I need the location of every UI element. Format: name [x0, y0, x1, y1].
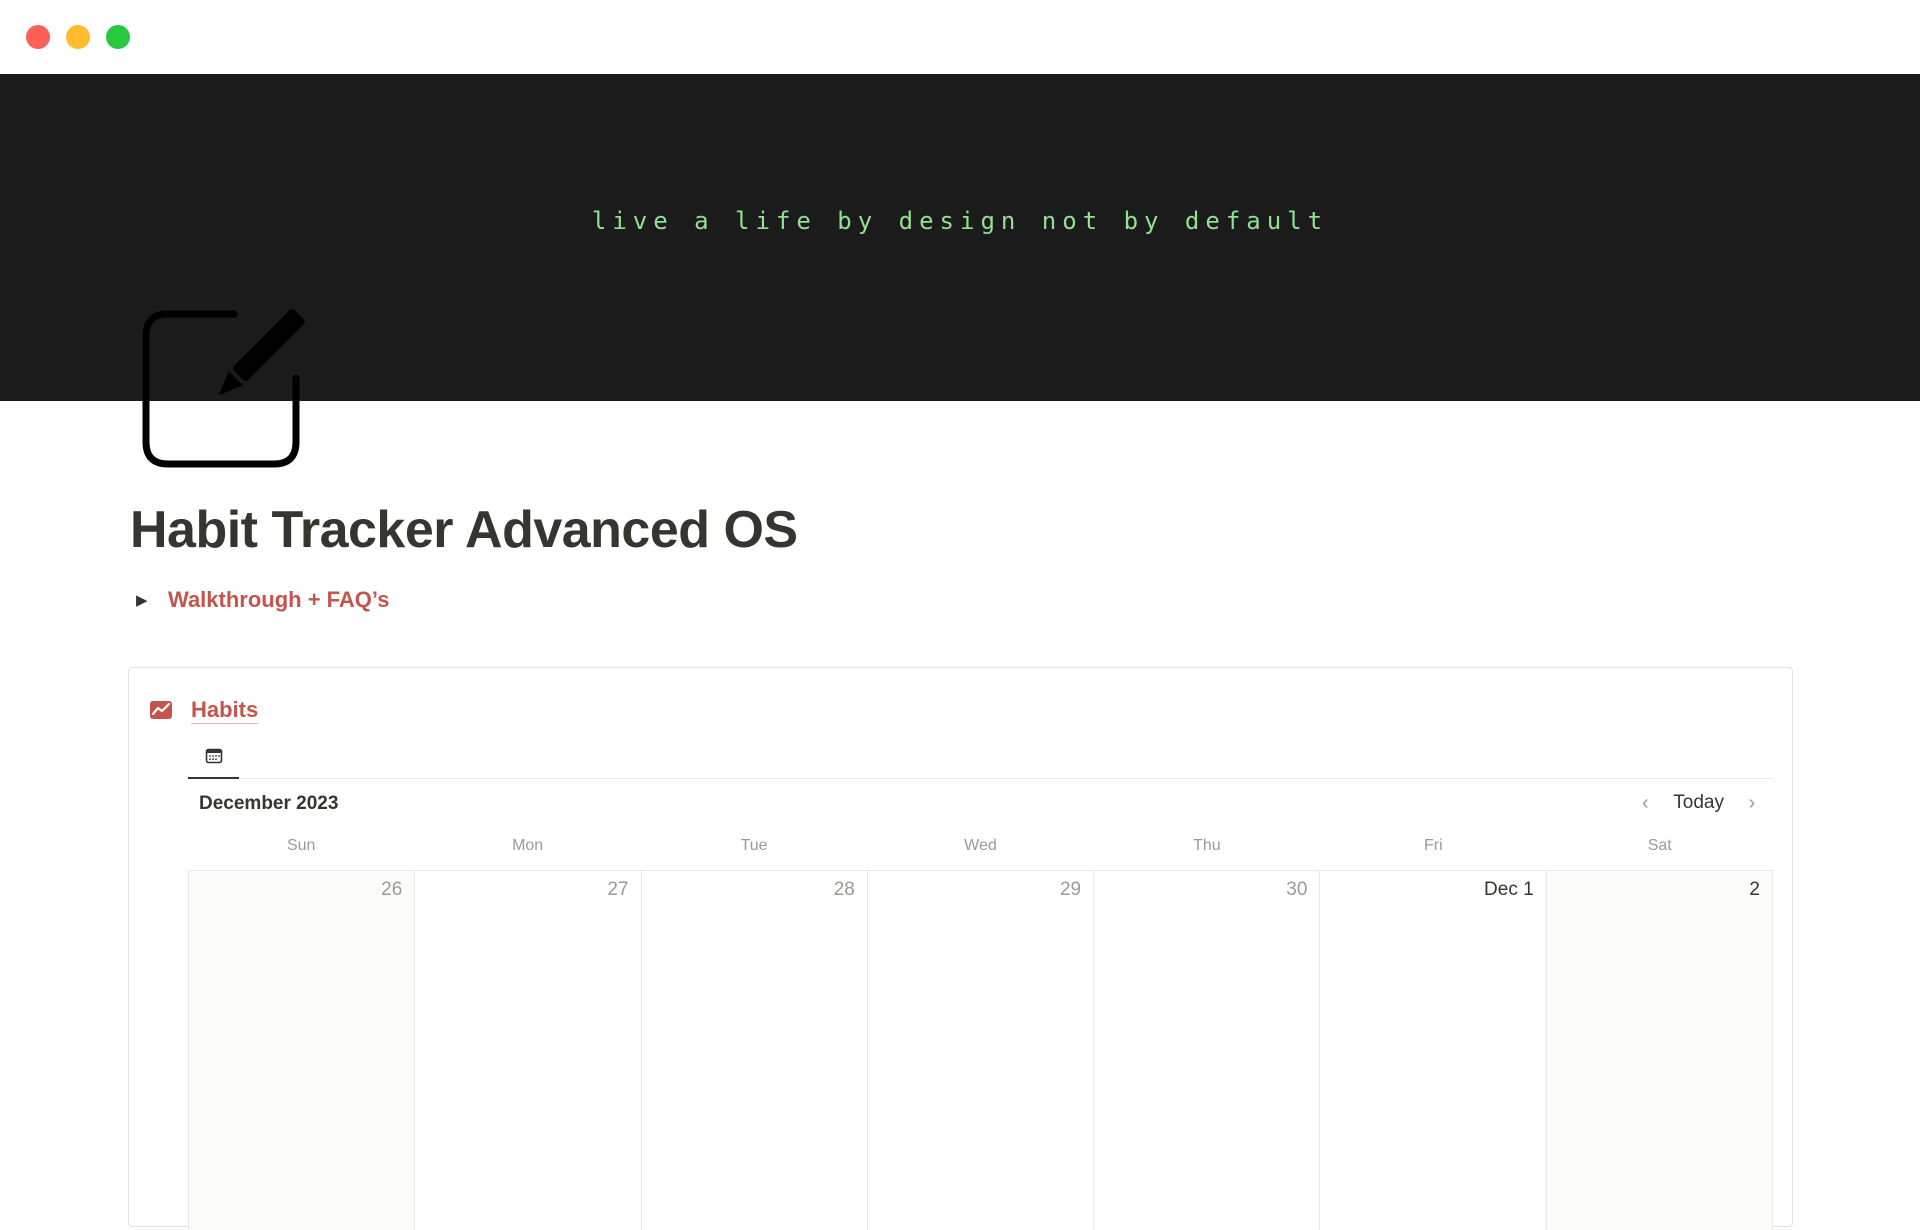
calendar-navigation: ‹ Today › — [1633, 788, 1764, 818]
weekday-label: Thu — [1193, 837, 1221, 854]
minimize-window-button[interactable] — [66, 25, 90, 49]
today-button[interactable]: Today — [1669, 792, 1728, 814]
calendar-icon — [205, 748, 222, 763]
habits-database: Habits December 2023 ‹ Today › Sun Mon T… — [128, 667, 1793, 1230]
chevron-left-icon[interactable]: ‹ — [1633, 792, 1657, 815]
zoom-window-button[interactable] — [106, 25, 130, 49]
view-tabs — [188, 734, 1773, 779]
chart-line-icon — [150, 701, 172, 719]
close-window-button[interactable] — [26, 25, 50, 49]
weekday-label: Sun — [286, 837, 316, 854]
day-number: 29 — [1059, 879, 1082, 900]
day-number: Dec 1 — [1484, 879, 1534, 900]
calendar-day-cell[interactable]: 30 — [1094, 871, 1321, 1230]
calendar-day-cell[interactable]: Dec 1 — [1320, 871, 1547, 1230]
weekday-label: Wed — [964, 837, 997, 854]
weekday-label: Tue — [740, 837, 768, 854]
day-number: 2 — [1749, 879, 1760, 900]
toggle-label: Walkthrough + FAQ’s — [168, 587, 390, 612]
edit-square-icon[interactable] — [140, 302, 312, 474]
calendar-day-cell[interactable]: 28 — [641, 871, 868, 1230]
cover-quote: live a life by design not by default — [591, 207, 1329, 235]
weekday-label: Sat — [1647, 837, 1672, 854]
day-number: 28 — [833, 879, 855, 900]
calendar-day-cell[interactable]: 26 — [189, 871, 416, 1230]
window-titlebar — [0, 0, 1920, 74]
calendar-day-cell[interactable]: 29 — [867, 871, 1095, 1230]
calendar-day-cell[interactable]: 2 — [1546, 871, 1773, 1230]
calendar-grid: 26 27 28 29 30 Dec 1 2 — [188, 870, 1773, 1230]
chevron-right-icon[interactable]: › — [1740, 792, 1764, 815]
triangle-right-icon[interactable]: ▶ — [136, 591, 168, 609]
weekday-header-row: Sun Mon Tue Wed Thu Fri Sat — [188, 834, 1773, 866]
database-title-link[interactable]: Habits — [191, 697, 259, 724]
day-number: 27 — [607, 879, 629, 900]
calendar-day-cell[interactable]: 27 — [415, 871, 642, 1230]
page-title[interactable]: Habit Tracker Advanced OS — [130, 500, 798, 560]
day-number: 30 — [1286, 879, 1308, 900]
tab-calendar-view[interactable] — [188, 734, 239, 779]
day-number: 26 — [381, 879, 403, 900]
calendar-month-label: December 2023 — [199, 793, 339, 814]
walkthrough-toggle[interactable]: ▶ Walkthrough + FAQ’s — [136, 585, 389, 615]
database-header: Habits — [149, 694, 259, 726]
weekday-label: Fri — [1423, 837, 1443, 854]
weekday-label: Mon — [512, 837, 544, 854]
